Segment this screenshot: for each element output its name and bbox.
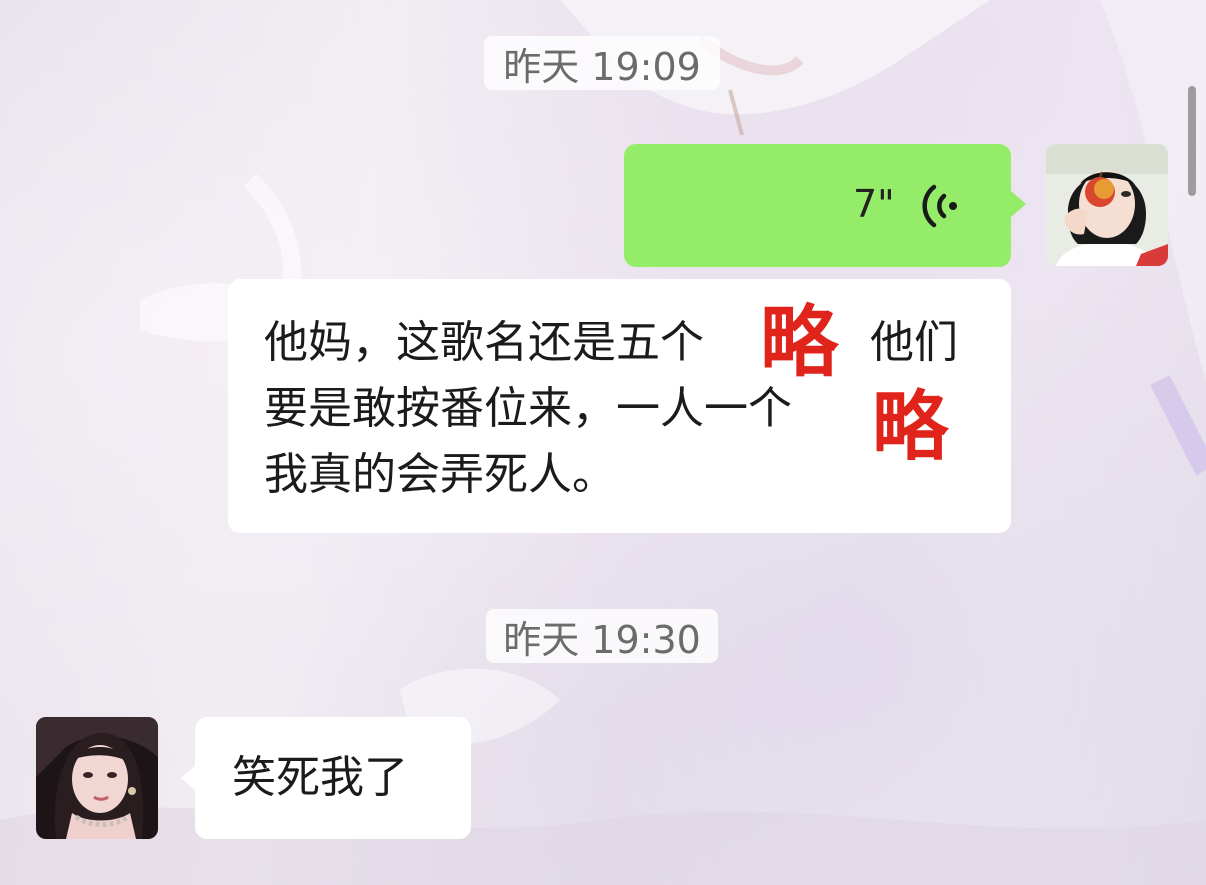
bubble-tail xyxy=(181,765,196,791)
contact-avatar[interactable] xyxy=(36,717,158,839)
message-line: 要是敢按番位来，一人一个 xyxy=(264,383,792,434)
redaction-stamp-text: 略 xyxy=(760,298,840,388)
timestamp: 昨天 19:09 xyxy=(484,36,720,90)
message-line: 他妈，这歌名还是五个 xyxy=(264,317,704,368)
voice-wave-icon xyxy=(920,182,960,234)
timestamp: 昨天 19:30 xyxy=(486,609,718,663)
message-line: 他们 xyxy=(870,317,958,368)
self-avatar[interactable] xyxy=(1046,144,1168,266)
timestamp-text: 昨天 19:30 xyxy=(503,617,701,662)
redaction-stamp-text: 略 xyxy=(872,382,950,471)
timestamp-text: 昨天 19:09 xyxy=(503,44,701,89)
redaction-mark: 略 xyxy=(868,382,950,471)
voice-duration: 7" xyxy=(853,182,895,226)
text-message-bubble[interactable]: 笑死我了 xyxy=(195,717,471,839)
scrollbar[interactable] xyxy=(1188,86,1196,196)
message-line: 我真的会弄死人。 xyxy=(264,449,616,500)
bubble-tail xyxy=(1011,191,1026,217)
message-text: 笑死我了 xyxy=(232,752,408,803)
redaction-mark: 略 xyxy=(760,298,840,388)
text-message-bubble[interactable]: 他妈，这歌名还是五个 他们 要是敢按番位来，一人一个 我真的会弄死人。 略 略 xyxy=(228,279,1011,533)
voice-message-bubble[interactable]: 7" xyxy=(624,144,1011,267)
